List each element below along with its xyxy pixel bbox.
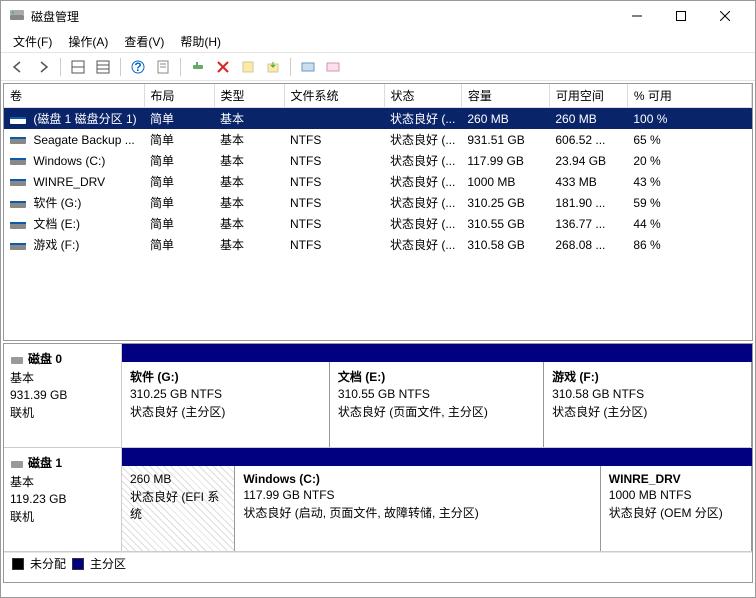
menu-action[interactable]: 操作(A): [60, 31, 116, 52]
close-button[interactable]: [703, 2, 747, 30]
separator: [180, 58, 181, 76]
menu-file[interactable]: 文件(F): [5, 31, 60, 52]
col-status[interactable]: 状态: [384, 84, 461, 108]
svg-text:?: ?: [134, 60, 141, 74]
table-row[interactable]: Windows (C:)简单基本NTFS状态良好 (...117.99 GB23…: [4, 150, 752, 171]
partition[interactable]: WINRE_DRV1000 MB NTFS状态良好 (OEM 分区): [601, 466, 752, 551]
partition[interactable]: Windows (C:)117.99 GB NTFS状态良好 (启动, 页面文件…: [235, 466, 600, 551]
partition[interactable]: 260 MB状态良好 (EFI 系统: [122, 466, 235, 551]
partition[interactable]: 文档 (E:)310.55 GB NTFS状态良好 (页面文件, 主分区): [330, 362, 544, 447]
separator: [120, 58, 121, 76]
menu-view[interactable]: 查看(V): [116, 31, 172, 52]
disk-mgmt-icon: [9, 8, 25, 24]
settings2-button[interactable]: [322, 56, 344, 78]
table-row[interactable]: (磁盘 1 磁盘分区 1)简单基本状态良好 (...260 MB260 MB10…: [4, 108, 752, 130]
partition[interactable]: 游戏 (F:)310.58 GB NTFS状态良好 (主分区): [544, 362, 752, 447]
help-button[interactable]: ?: [127, 56, 149, 78]
action1-button[interactable]: [237, 56, 259, 78]
legend-primary: 主分区: [90, 555, 126, 572]
col-pct[interactable]: % 可用: [627, 84, 751, 108]
back-button[interactable]: [7, 56, 29, 78]
table-row[interactable]: 游戏 (F:)简单基本NTFS状态良好 (...310.58 GB268.08 …: [4, 234, 752, 255]
separator: [290, 58, 291, 76]
settings1-button[interactable]: [297, 56, 319, 78]
disk-row[interactable]: 磁盘 0基本931.39 GB联机软件 (G:)310.25 GB NTFS状态…: [4, 344, 752, 448]
partition[interactable]: 软件 (G:)310.25 GB NTFS状态良好 (主分区): [122, 362, 330, 447]
table-row[interactable]: Seagate Backup ...简单基本NTFS状态良好 (...931.5…: [4, 129, 752, 150]
volume-table[interactable]: 卷 布局 类型 文件系统 状态 容量 可用空间 % 可用 (磁盘 1 磁盘分区 …: [4, 84, 752, 255]
col-layout[interactable]: 布局: [144, 84, 214, 108]
forward-button[interactable]: [32, 56, 54, 78]
disk-row[interactable]: 磁盘 1基本119.23 GB联机260 MB状态良好 (EFI 系统Windo…: [4, 448, 752, 552]
volume-list-pane[interactable]: 卷 布局 类型 文件系统 状态 容量 可用空间 % 可用 (磁盘 1 磁盘分区 …: [3, 83, 753, 341]
col-free[interactable]: 可用空间: [549, 84, 627, 108]
col-cap[interactable]: 容量: [461, 84, 549, 108]
view-list-button[interactable]: [92, 56, 114, 78]
col-type[interactable]: 类型: [214, 84, 284, 108]
toolbar: ?: [1, 53, 755, 81]
minimize-button[interactable]: [615, 2, 659, 30]
partition-colorbar: [122, 448, 752, 466]
menubar: 文件(F) 操作(A) 查看(V) 帮助(H): [1, 31, 755, 53]
action2-button[interactable]: [262, 56, 284, 78]
table-row[interactable]: WINRE_DRV简单基本NTFS状态良好 (...1000 MB433 MB4…: [4, 171, 752, 192]
properties-button[interactable]: [152, 56, 174, 78]
maximize-button[interactable]: [659, 2, 703, 30]
legend-unallocated: 未分配: [30, 555, 66, 572]
separator: [60, 58, 61, 76]
disk-graphical-pane[interactable]: 磁盘 0基本931.39 GB联机软件 (G:)310.25 GB NTFS状态…: [3, 343, 753, 583]
col-fs[interactable]: 文件系统: [284, 84, 384, 108]
delete-button[interactable]: [212, 56, 234, 78]
partition-colorbar: [122, 344, 752, 362]
disk-header[interactable]: 磁盘 1基本119.23 GB联机: [4, 448, 122, 551]
table-row[interactable]: 软件 (G:)简单基本NTFS状态良好 (...310.25 GB181.90 …: [4, 192, 752, 213]
legend-swatch-unallocated: [12, 558, 24, 570]
legend-swatch-primary: [72, 558, 84, 570]
table-row[interactable]: 文档 (E:)简单基本NTFS状态良好 (...310.55 GB136.77 …: [4, 213, 752, 234]
legend: 未分配 主分区: [4, 552, 752, 574]
window-title: 磁盘管理: [31, 8, 615, 25]
view-split-button[interactable]: [67, 56, 89, 78]
refresh-button[interactable]: [187, 56, 209, 78]
col-volume[interactable]: 卷: [4, 84, 144, 108]
menu-help[interactable]: 帮助(H): [172, 31, 229, 52]
titlebar: 磁盘管理: [1, 1, 755, 31]
disk-header[interactable]: 磁盘 0基本931.39 GB联机: [4, 344, 122, 447]
